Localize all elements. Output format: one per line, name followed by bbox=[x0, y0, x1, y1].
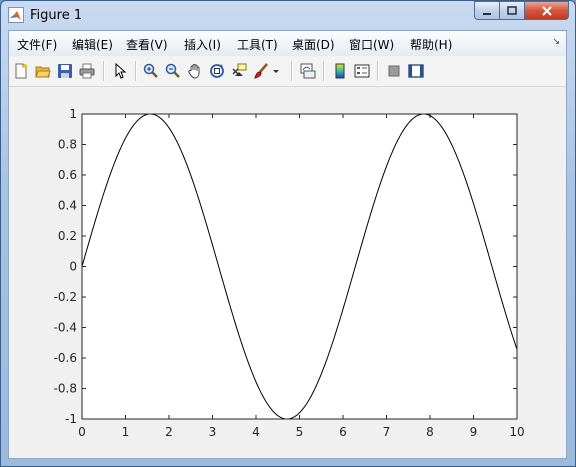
menu-window[interactable]: 窗口(W) bbox=[349, 36, 394, 53]
edit-plot-button[interactable] bbox=[111, 62, 129, 80]
x-tick-label: 4 bbox=[252, 425, 260, 439]
data-cursor-button[interactable] bbox=[230, 62, 248, 80]
figure-client-area: 文件(F) 编辑(E) 查看(V) 插入(I) 工具(T) 桌面(D) 窗口(W… bbox=[8, 30, 567, 459]
zoom-in-icon bbox=[143, 63, 158, 78]
show-plot-tools-button[interactable] bbox=[407, 62, 425, 80]
link-plot-button[interactable] bbox=[299, 62, 317, 80]
x-tick-label: 3 bbox=[209, 425, 217, 439]
hide-plot-tools-icon bbox=[388, 65, 400, 77]
pan-button[interactable] bbox=[186, 62, 204, 80]
menu-tools[interactable]: 工具(T) bbox=[237, 36, 278, 53]
figure-window: Figure 1 文件(F) 编辑(E) 查看(V) 插入(I) 工具(T) 桌… bbox=[0, 0, 576, 467]
print-button[interactable] bbox=[78, 62, 96, 80]
x-tick-label: 7 bbox=[383, 425, 391, 439]
menu-desktop[interactable]: 桌面(D) bbox=[292, 36, 335, 53]
x-tick-label: 6 bbox=[339, 425, 347, 439]
window-title: Figure 1 bbox=[30, 8, 83, 23]
toolbar-separator bbox=[323, 61, 325, 81]
open-file-button[interactable] bbox=[34, 62, 52, 80]
y-tick-label: 1 bbox=[69, 107, 77, 121]
colorbar-button[interactable] bbox=[331, 62, 349, 80]
close-icon bbox=[541, 5, 552, 16]
y-tick-label: 0.2 bbox=[58, 229, 77, 243]
menu-help[interactable]: 帮助(H) bbox=[410, 36, 452, 53]
save-button[interactable] bbox=[56, 62, 74, 80]
x-tick-label: 8 bbox=[426, 425, 434, 439]
colorbar-icon bbox=[335, 63, 345, 79]
brush-dropdown-button[interactable] bbox=[271, 62, 281, 80]
hide-plot-tools-button[interactable] bbox=[385, 62, 403, 80]
new-figure-button[interactable] bbox=[12, 62, 30, 80]
zoom-in-button[interactable] bbox=[142, 62, 160, 80]
brush-dropdown-icon bbox=[273, 70, 279, 73]
figure-canvas[interactable]: 0 1 2 3 4 5 6 7 8 9 10 -1 -0.8 -0.6 -0.4 -0.2 0 0.2 0.4 0.6… bbox=[9, 87, 566, 458]
x-tick-label: 9 bbox=[470, 425, 478, 439]
title-bar[interactable]: Figure 1 bbox=[1, 1, 575, 30]
menu-view[interactable]: 查看(V) bbox=[126, 36, 168, 53]
close-button[interactable] bbox=[525, 1, 569, 20]
legend-icon bbox=[354, 64, 370, 78]
open-file-icon bbox=[35, 66, 51, 78]
brush-button[interactable] bbox=[252, 62, 270, 80]
axes-background bbox=[82, 114, 517, 419]
save-icon bbox=[58, 64, 72, 78]
toolbar-separator bbox=[291, 61, 293, 81]
menu-file[interactable]: 文件(F) bbox=[17, 36, 57, 53]
menu-edit[interactable]: 编辑(E) bbox=[72, 36, 113, 53]
y-tick-label: 0.6 bbox=[58, 168, 77, 182]
edit-plot-arrow-icon bbox=[115, 63, 127, 79]
rotate-3d-button[interactable] bbox=[208, 62, 226, 80]
x-tick-label: 10 bbox=[509, 425, 524, 439]
minimize-button[interactable] bbox=[474, 1, 500, 20]
x-tick-label: 5 bbox=[296, 425, 304, 439]
zoom-out-icon bbox=[165, 63, 180, 78]
legend-button[interactable] bbox=[353, 62, 371, 80]
y-tick-label: -0.8 bbox=[54, 382, 77, 396]
y-tick-label: -0.6 bbox=[54, 351, 77, 365]
link-plot-icon bbox=[300, 63, 316, 79]
maximize-icon bbox=[507, 5, 517, 15]
toolbar-separator bbox=[377, 61, 379, 81]
brush-icon bbox=[254, 63, 268, 79]
y-tick-label: 0.8 bbox=[58, 138, 77, 152]
print-icon bbox=[79, 63, 95, 79]
menu-overflow-icon[interactable]: ↘ bbox=[552, 37, 560, 47]
window-controls bbox=[474, 1, 569, 21]
toolbar-separator bbox=[103, 61, 105, 81]
figure-toolbar bbox=[9, 56, 566, 87]
menu-bar: 文件(F) 编辑(E) 查看(V) 插入(I) 工具(T) 桌面(D) 窗口(W… bbox=[9, 31, 566, 57]
y-tick-label: 0.4 bbox=[58, 199, 77, 213]
plot-canvas[interactable]: 0 1 2 3 4 5 6 7 8 9 10 -1 -0.8 -0.6 -0.4 -0.2 0 0.2 0.4 0.6… bbox=[9, 87, 566, 459]
zoom-out-button[interactable] bbox=[164, 62, 182, 80]
y-tick-label: -0.4 bbox=[54, 321, 77, 335]
matlab-logo-icon bbox=[8, 7, 24, 23]
y-tick-label: -0.2 bbox=[54, 290, 77, 304]
x-tick-label: 2 bbox=[165, 425, 173, 439]
x-tick-label: 1 bbox=[122, 425, 130, 439]
y-tick-label: -1 bbox=[65, 412, 77, 426]
pan-hand-icon bbox=[188, 64, 200, 79]
menu-insert[interactable]: 插入(I) bbox=[184, 36, 221, 53]
x-tick-label: 0 bbox=[78, 425, 86, 439]
maximize-button[interactable] bbox=[500, 1, 525, 20]
toolbar-separator bbox=[135, 61, 137, 81]
y-tick-label: 0 bbox=[69, 260, 77, 274]
show-plot-tools-icon bbox=[408, 64, 424, 78]
rotate-3d-icon bbox=[210, 64, 224, 78]
data-cursor-icon bbox=[232, 63, 247, 76]
new-figure-icon bbox=[15, 63, 27, 79]
minimize-icon bbox=[483, 12, 491, 15]
